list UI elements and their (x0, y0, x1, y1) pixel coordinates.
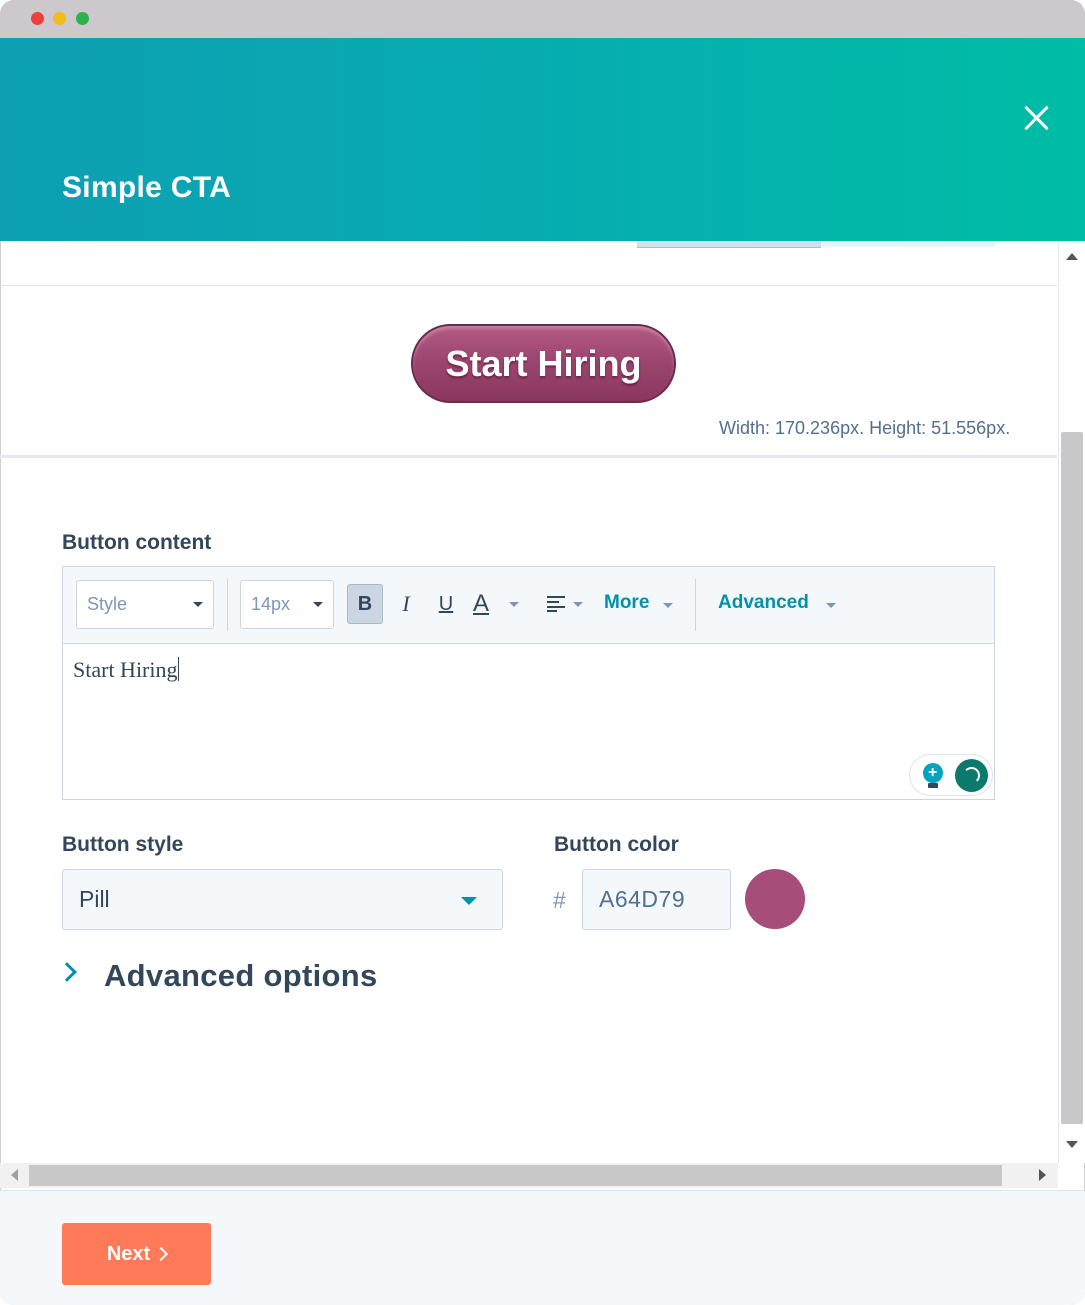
font-size-value: 14px (251, 594, 291, 614)
minimize-window-dot[interactable] (53, 12, 66, 25)
style-dropdown-value: Style (87, 594, 128, 614)
italic-icon: I (402, 591, 410, 616)
maximize-window-dot[interactable] (76, 12, 89, 25)
underline-button[interactable]: U (435, 584, 457, 624)
align-button[interactable] (545, 584, 585, 624)
tab-strip (821, 241, 995, 247)
toolbar-separator (227, 579, 228, 631)
divider (0, 285, 1057, 286)
text-color-button[interactable]: A (473, 584, 519, 624)
scroll-up-icon[interactable] (1066, 253, 1078, 260)
chevron-down-icon (663, 603, 673, 608)
next-button[interactable]: Next (62, 1223, 211, 1285)
preview-dimensions: Width: 170.236px. Height: 51.556px. (719, 418, 1011, 438)
chevron-down-icon (461, 897, 477, 905)
advanced-menu[interactable]: Advanced (718, 592, 836, 614)
more-menu[interactable]: More (604, 592, 673, 614)
close-window-dot[interactable] (31, 12, 44, 25)
grammar-check-icon[interactable] (955, 759, 988, 792)
modal-header: Simple CTA (0, 38, 1085, 241)
button-color-label: Button color (554, 833, 679, 856)
scroll-right-icon[interactable] (1039, 1169, 1046, 1181)
cta-preview-label: Start Hiring (445, 342, 642, 384)
bold-button[interactable]: B (347, 584, 383, 624)
text-color-icon: A (473, 590, 490, 617)
app-window: Simple CTA Start Hiring Width: 170.236px… (0, 0, 1085, 1305)
chevron-right-icon[interactable] (57, 962, 77, 982)
rich-text-editor: Style 14px B I U A More Advanced Start H… (62, 566, 995, 800)
divider (0, 455, 1057, 458)
underline-icon: U (438, 592, 454, 615)
chevron-down-icon (573, 602, 583, 607)
font-size-dropdown[interactable]: 14px (240, 580, 334, 629)
hex-prefix: # (553, 887, 566, 913)
close-icon[interactable] (1018, 100, 1054, 136)
title-bar (0, 0, 1085, 38)
chevron-down-icon (509, 602, 519, 607)
tab-strip-active (637, 241, 821, 248)
assistant-widget[interactable]: + (909, 754, 993, 796)
text-cursor (177, 657, 179, 681)
vertical-scroll-thumb[interactable] (1061, 432, 1083, 1124)
button-style-select[interactable]: Pill (62, 869, 503, 930)
more-label: More (604, 592, 650, 613)
editor-content[interactable]: Start Hiring (73, 657, 179, 683)
editor-toolbar: Style 14px B I U A More Advanced (63, 567, 994, 644)
style-dropdown[interactable]: Style (76, 580, 214, 629)
chevron-down-icon (313, 602, 323, 607)
chevron-down-icon (193, 602, 203, 607)
cta-preview-button: Start Hiring (411, 324, 676, 403)
button-color-input[interactable]: A64D79 (582, 869, 731, 930)
align-left-icon (547, 596, 565, 612)
advanced-options-toggle[interactable]: Advanced options (104, 958, 378, 994)
bold-icon: B (357, 592, 373, 615)
scroll-down-icon[interactable] (1066, 1141, 1078, 1148)
advanced-label: Advanced (718, 592, 809, 613)
toolbar-separator (695, 579, 696, 631)
italic-button[interactable]: I (396, 584, 416, 624)
next-label: Next (106, 1242, 151, 1265)
button-style-value: Pill (79, 886, 110, 912)
lightbulb-icon[interactable]: + (922, 763, 944, 789)
button-content-label: Button content (62, 531, 212, 554)
color-swatch[interactable] (745, 869, 805, 929)
scroll-left-icon[interactable] (11, 1169, 18, 1181)
chevron-right-icon (154, 1246, 169, 1262)
button-style-label: Button style (62, 833, 184, 856)
modal-title: Simple CTA (62, 171, 232, 204)
button-color-value: A64D79 (599, 886, 686, 912)
horizontal-scroll-thumb[interactable] (29, 1165, 1002, 1186)
chevron-down-icon (826, 603, 836, 608)
editor-text: Start Hiring (73, 657, 178, 682)
